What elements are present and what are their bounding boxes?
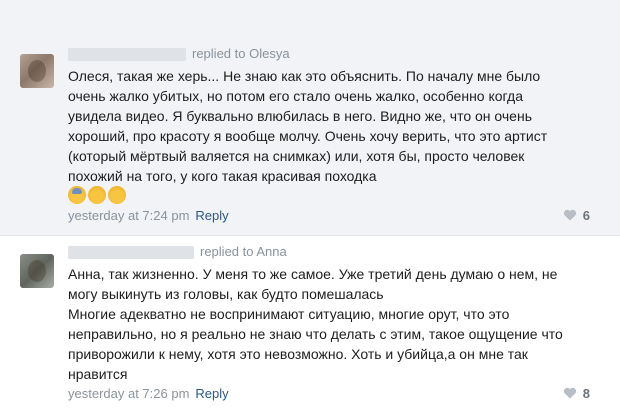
- comment-header: replied to Anna: [68, 244, 287, 264]
- comment-line: хороший, про красоту я вообще молчу. Оче…: [68, 128, 548, 144]
- like-count: 6: [582, 208, 590, 223]
- emoji-row: [68, 186, 128, 206]
- like-button[interactable]: 6: [563, 208, 590, 224]
- comment-text: Анна, так жизненно. У меня то же самое. …: [68, 264, 608, 384]
- like-button[interactable]: 8: [563, 386, 590, 402]
- timestamp[interactable]: yesterday at 7:24 pm: [68, 208, 189, 223]
- comment-line: похожий на того, у кого такая красивая п…: [68, 168, 377, 184]
- comment-2: replied to Anna Анна, так жизненно. У ме…: [0, 236, 620, 420]
- comment-1: replied to Olesya Олеся, такая же херь..…: [0, 0, 620, 236]
- comment-line: Многие адекватно не воспринимают ситуаци…: [68, 306, 510, 322]
- fearful-face-emoji-icon: [68, 186, 86, 205]
- comment-line: очень жалко убитых, но потом его стало о…: [68, 88, 523, 104]
- comment-header: replied to Olesya: [68, 46, 290, 66]
- author-name-blurred[interactable]: [68, 246, 194, 260]
- comment-meta: yesterday at 7:26 pm Reply: [68, 386, 229, 402]
- reply-button[interactable]: Reply: [195, 386, 228, 401]
- reply-to-label[interactable]: replied to Olesya: [192, 46, 290, 61]
- avatar-blur: [28, 260, 46, 282]
- author-name-blurred[interactable]: [68, 48, 186, 62]
- comment-line: приворожили к нему, хотя это невозможно.…: [68, 346, 528, 362]
- heart-icon: [563, 387, 576, 399]
- comment-line: увидела видео. Я буквально влюбилась в н…: [68, 108, 532, 124]
- reply-to-label[interactable]: replied to Anna: [200, 244, 287, 259]
- avatar-blur: [28, 60, 46, 82]
- comment-line: Анна, так жизненно. У меня то же самое. …: [68, 266, 558, 282]
- comment-line: Олеся, такая же херь... Не знаю как это …: [68, 68, 541, 84]
- comment-text: Олеся, такая же херь... Не знаю как это …: [68, 66, 608, 186]
- comment-line: (который мёртвый валяется на снимках) ил…: [68, 148, 525, 164]
- heart-icon: [563, 209, 576, 221]
- comment-line: нравится: [68, 366, 128, 382]
- avatar[interactable]: [20, 54, 54, 88]
- comment-meta: yesterday at 7:24 pm Reply: [68, 208, 229, 224]
- like-count: 8: [582, 386, 590, 401]
- comment-line: неправильно, но я реально не знаю что де…: [68, 326, 563, 342]
- sleepy-face-emoji-icon: [88, 186, 106, 205]
- avatar[interactable]: [20, 254, 54, 288]
- reply-button[interactable]: Reply: [195, 208, 228, 223]
- timestamp[interactable]: yesterday at 7:26 pm: [68, 386, 189, 401]
- relieved-face-emoji-icon: [108, 186, 126, 205]
- comment-line: могу выкинуть из головы, как будто помеш…: [68, 286, 384, 302]
